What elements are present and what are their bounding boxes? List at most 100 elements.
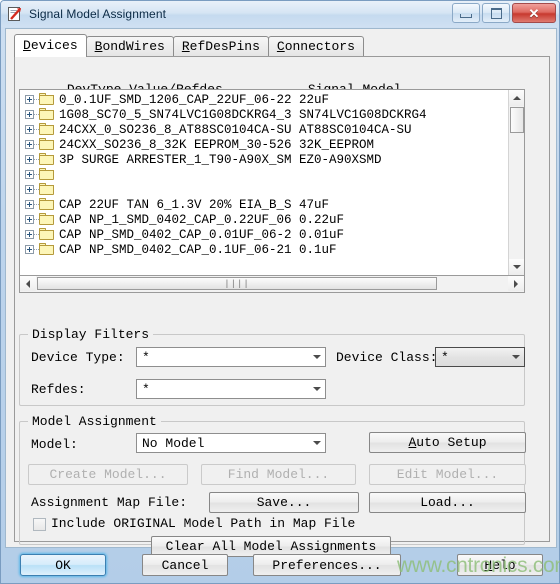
scroll-up-icon [513,96,521,100]
expand-icon[interactable] [25,140,34,149]
ok-label: OK [55,557,71,573]
expand-icon[interactable] [25,110,34,119]
table-row[interactable]: CAP NP_SMD_0402_CAP_0.01UF_06-2 0.01uF [20,227,510,242]
preferences-button[interactable]: Preferences... [253,554,401,576]
table-row-devtype: CAP 22UF TAN 6_1.3V 20% EIA_B_S 47uF [59,197,330,212]
table-row-devtype: CAP NP_SMD_0402_CAP_0.01UF_06-2 0.01uF [59,227,345,242]
refdes-label: Refdes: [31,382,86,397]
table-row-devtype: CAP NP_1_SMD_0402_CAP_0.22UF_06 0.22uF [59,212,345,227]
minimize-button[interactable] [452,3,480,23]
folder-icon [39,213,55,226]
cancel-button[interactable]: Cancel [142,554,228,576]
save-button[interactable]: Save... [209,492,359,513]
dialog-window: Signal Model Assignment ✕ Devices BondWi… [0,0,560,584]
table-row[interactable]: CAP 22UF TAN 6_1.3V 20% EIA_B_S 47uF [20,197,510,212]
scroll-down-button[interactable] [509,259,524,275]
table-row-devtype: 0_0.1UF_SMD_1206_CAP_22UF_06-22 22uF [59,92,330,107]
scroll-up-button[interactable] [509,90,524,106]
window-title: Signal Model Assignment [29,7,167,21]
scroll-right-button[interactable] [508,276,524,291]
help-mnemonic: H [484,557,493,573]
table-row-devtype: 24CXX_SO236_8_32K EEPROM_30-526 32K_EEPR… [59,137,375,152]
create-model-button: Create Model... [28,464,188,485]
display-filters-title: Display Filters [28,327,154,342]
model-label: Model: [31,437,78,452]
chevron-down-icon [507,355,524,359]
expand-icon[interactable] [25,230,34,239]
tab-connectors-label: onnectors [284,39,355,54]
device-class-combo[interactable]: * [435,347,525,367]
load-button[interactable]: Load... [369,492,526,513]
edit-model-label: Edit Model... [396,467,499,482]
device-class-value: * [441,349,449,365]
scroll-right-icon [514,279,518,288]
minimize-icon [460,13,472,18]
title-bar[interactable]: Signal Model Assignment ✕ [1,1,559,27]
tab-bondwires[interactable]: BondWires [85,36,174,57]
expand-icon[interactable] [25,245,34,254]
refdes-combo[interactable]: * [136,379,326,399]
expand-icon[interactable] [25,170,34,179]
maximize-icon [490,7,502,19]
table-row[interactable]: 3P SURGE ARRESTER_1_T90-A90X_SM EZ0-A90X… [20,152,510,167]
tab-bondwires-label: ondWires [102,39,165,54]
close-icon: ✕ [528,5,540,21]
table-row[interactable]: 0_0.1UF_SMD_1206_CAP_22UF_06-22 22uF [20,92,510,107]
device-class-label: Device Class: [336,350,438,365]
vertical-scrollbar-thumb[interactable] [510,107,524,133]
dialog-button-bar: OK Cancel Preferences... Help [5,550,557,582]
scroll-left-button[interactable] [20,276,36,291]
expand-icon[interactable] [25,95,34,104]
chevron-down-icon [308,355,325,359]
table-row[interactable]: CAP NP_1_SMD_0402_CAP_0.22UF_06 0.22uF [20,212,510,227]
include-original-checkbox[interactable] [33,518,46,531]
scrollbar-grip: |||| [224,278,250,289]
device-tree-list[interactable]: 0_0.1UF_SMD_1206_CAP_22UF_06-22 22uF 1G08… [19,89,525,276]
maximize-button[interactable] [482,3,510,23]
scroll-down-icon [513,265,521,269]
tab-bar: Devices BondWires RefDesPins Connectors [14,34,550,57]
folder-icon [39,183,55,196]
refdes-value: * [142,381,150,397]
ok-button[interactable]: OK [20,554,106,576]
table-row-devtype: 3P SURGE ARRESTER_1_T90-A90X_SM EZ0-A90X… [59,152,382,167]
tab-devices[interactable]: Devices [14,34,87,57]
table-row[interactable] [20,167,510,182]
expand-icon[interactable] [25,200,34,209]
folder-icon [39,108,55,121]
tab-refdespins[interactable]: RefDesPins [172,36,269,57]
tab-devices-label: evices [30,38,78,53]
device-type-combo[interactable]: * [136,347,326,367]
horizontal-scrollbar-thumb[interactable]: |||| [37,277,437,290]
find-model-button: Find Model... [201,464,356,485]
expand-icon[interactable] [25,125,34,134]
find-model-label: Find Model... [227,467,330,482]
model-combo[interactable]: No Model [136,433,326,453]
expand-icon[interactable] [25,215,34,224]
vertical-scrollbar[interactable] [508,90,524,275]
folder-icon [39,123,55,136]
tab-connectors[interactable]: Connectors [267,36,364,57]
expand-icon[interactable] [25,155,34,164]
device-type-label: Device Type: [31,350,125,365]
close-button[interactable]: ✕ [512,3,556,23]
app-document-icon [7,6,23,22]
window-controls: ✕ [452,3,556,23]
auto-setup-mnemonic: A [408,435,417,450]
dialog-client-area: Devices BondWires RefDesPins Connectors … [5,28,557,557]
expand-icon[interactable] [25,185,34,194]
help-button[interactable]: Help [457,554,543,576]
auto-setup-button[interactable]: Auto Setup [369,432,526,453]
horizontal-scrollbar[interactable]: |||| [19,276,525,293]
preferences-label: Preferences... [272,557,382,573]
tab-connectors-mnemonic: C [276,39,285,54]
table-row[interactable]: CAP NP_SMD_0402_CAP_0.1UF_06-21 0.1uF [20,242,510,257]
table-row[interactable] [20,182,510,197]
include-original-label: Include ORIGINAL Model Path in Map File [51,516,356,531]
table-row[interactable]: 1G08_SC70_5_SN74LVC1G08DCKRG4_3 SN74LVC1… [20,107,510,122]
table-row[interactable]: 24CXX_0_SO236_8_AT88SC0104CA-SU AT88SC01… [20,122,510,137]
table-row-devtype: 1G08_SC70_5_SN74LVC1G08DCKRG4_3 SN74LVC1… [59,107,427,122]
table-row[interactable]: 24CXX_SO236_8_32K EEPROM_30-526 32K_EEPR… [20,137,510,152]
model-assignment-title: Model Assignment [28,414,161,429]
tab-refdespins-label: efDesPins [189,39,260,54]
